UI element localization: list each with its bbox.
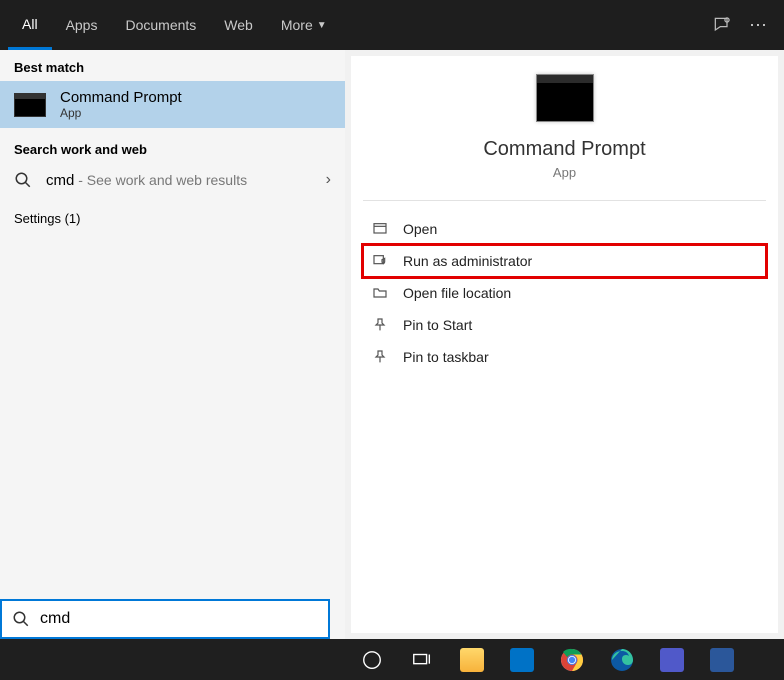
action-open-file-location[interactable]: Open file location bbox=[351, 277, 778, 309]
tab-more[interactable]: More ▼ bbox=[267, 0, 341, 50]
taskbar bbox=[0, 639, 784, 680]
action-label: Pin to Start bbox=[403, 317, 472, 333]
action-label: Open file location bbox=[403, 285, 511, 301]
more-options-icon[interactable]: ⋯ bbox=[740, 15, 776, 36]
taskbar-chrome[interactable] bbox=[550, 639, 594, 680]
action-label: Open bbox=[403, 221, 437, 237]
tab-apps[interactable]: Apps bbox=[52, 0, 112, 50]
action-pin-to-start[interactable]: Pin to Start bbox=[351, 309, 778, 341]
tab-web[interactable]: Web bbox=[210, 0, 267, 50]
preview-panel: Command Prompt App Open Run as administr… bbox=[345, 50, 784, 639]
open-icon bbox=[371, 221, 389, 237]
command-prompt-icon bbox=[14, 93, 46, 117]
settings-section-label[interactable]: Settings (1) bbox=[0, 197, 345, 240]
taskbar-file-explorer[interactable] bbox=[450, 639, 494, 680]
tab-documents[interactable]: Documents bbox=[111, 0, 210, 50]
taskbar-word[interactable] bbox=[700, 639, 744, 680]
action-label: Run as administrator bbox=[403, 253, 532, 269]
best-match-label: Best match bbox=[0, 50, 345, 81]
admin-shield-icon bbox=[371, 253, 389, 269]
search-icon bbox=[12, 610, 30, 628]
action-run-as-administrator[interactable]: Run as administrator bbox=[363, 245, 766, 277]
tab-all[interactable]: All bbox=[8, 0, 52, 50]
chevron-down-icon: ▼ bbox=[317, 20, 327, 31]
action-pin-to-taskbar[interactable]: Pin to taskbar bbox=[351, 341, 778, 373]
taskbar-outlook[interactable] bbox=[500, 639, 544, 680]
tab-more-label: More bbox=[281, 17, 313, 33]
taskbar-task-view[interactable] bbox=[400, 639, 444, 680]
results-panel: Best match Command Prompt App Search wor… bbox=[0, 50, 345, 639]
search-section-label: Search work and web bbox=[0, 128, 345, 163]
folder-icon bbox=[371, 285, 389, 301]
web-search-result[interactable]: cmd - See work and web results › bbox=[0, 163, 345, 197]
divider bbox=[363, 200, 766, 201]
chevron-right-icon: › bbox=[326, 171, 331, 189]
preview-app-icon bbox=[536, 74, 594, 122]
search-filter-tabs: All Apps Documents Web More ▼ ⋯ bbox=[0, 0, 784, 50]
search-input[interactable] bbox=[40, 610, 318, 628]
pin-icon bbox=[371, 317, 389, 333]
preview-title: Command Prompt bbox=[351, 138, 778, 161]
search-box[interactable] bbox=[0, 599, 330, 639]
result-subtitle: App bbox=[60, 106, 182, 120]
taskbar-edge[interactable] bbox=[600, 639, 644, 680]
taskbar-teams[interactable] bbox=[650, 639, 694, 680]
search-icon bbox=[14, 171, 32, 189]
best-match-result[interactable]: Command Prompt App bbox=[0, 81, 345, 128]
result-title: Command Prompt bbox=[60, 89, 182, 106]
web-search-term: cmd - See work and web results bbox=[46, 172, 247, 189]
preview-subtitle: App bbox=[351, 165, 778, 180]
pin-icon bbox=[371, 349, 389, 365]
taskbar-cortana[interactable] bbox=[350, 639, 394, 680]
action-label: Pin to taskbar bbox=[403, 349, 489, 365]
feedback-icon[interactable] bbox=[704, 15, 740, 35]
action-open[interactable]: Open bbox=[351, 213, 778, 245]
